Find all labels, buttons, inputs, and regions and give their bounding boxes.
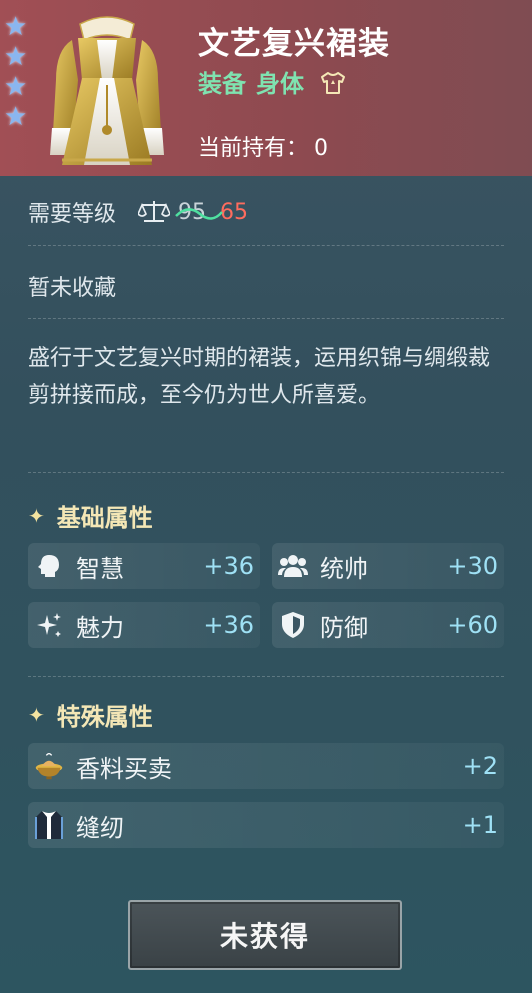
divider (28, 318, 504, 319)
stat-name: 智慧 (76, 554, 124, 583)
stat-defense: 防御 +60 (272, 602, 504, 648)
required-level-label: 需要等级 (28, 202, 117, 227)
item-name: 文艺复兴裙装 (198, 26, 390, 62)
spice-bowl-icon (34, 751, 64, 781)
stat-name: 防御 (320, 613, 368, 642)
item-description: 盛行于文艺复兴时期的裙装，运用织锦与绸缎裁剪拼接而成，至今仍为世人所喜爱。 (28, 346, 491, 408)
owned-number: 0 (314, 136, 329, 161)
star-icon: ★ (4, 102, 28, 132)
stat-value: +2 (462, 752, 498, 780)
base-attributes-title: ✦ 基础属性 (28, 498, 153, 533)
item-slot: 身体 (256, 70, 304, 98)
sparkle-icon (34, 610, 64, 640)
stat-name: 统帅 (320, 554, 368, 583)
stat-name: 缝纫 (76, 813, 124, 842)
rarity-stars: ★ ★ ★ ★ (4, 12, 32, 132)
shirt-icon (321, 72, 346, 94)
stat-name: 魅力 (76, 613, 124, 642)
stat-value: +36 (203, 611, 254, 639)
divider (28, 472, 504, 473)
sewing-vest-icon (34, 810, 64, 840)
stat-name: 香料买卖 (76, 754, 172, 783)
required-level: 需要等级 95 65 (28, 196, 248, 228)
item-type: 装备 身体 (198, 64, 346, 99)
stat-sewing: 缝纫 +1 (28, 802, 504, 848)
stat-value: +1 (462, 811, 498, 839)
special-attributes-title: ✦ 特殊属性 (28, 697, 153, 732)
four-point-star-icon: ✦ (28, 503, 45, 528)
stat-spice-trade: 香料买卖 +2 (28, 743, 504, 789)
balance-scale-icon (138, 201, 171, 222)
owned-count: 当前持有： 0 (198, 130, 328, 162)
stat-value: +60 (447, 611, 498, 639)
stat-wisdom: 智慧 +36 (28, 543, 260, 589)
stat-leadership: 统帅 +30 (272, 543, 504, 589)
head-icon (34, 551, 64, 581)
divider (28, 676, 504, 677)
item-detail-card: ★ ★ ★ ★ 文艺复兴裙装 装备 身体 当前持有： 0 需要等级 95 65 … (0, 0, 532, 993)
strike-line-icon (175, 207, 223, 220)
item-category: 装备 (198, 70, 246, 98)
owned-label: 当前持有： (198, 136, 309, 161)
group-icon (278, 551, 308, 581)
item-header: ★ ★ ★ ★ 文艺复兴裙装 装备 身体 当前持有： 0 (0, 0, 532, 176)
four-point-star-icon: ✦ (28, 702, 45, 727)
divider (28, 245, 504, 246)
stat-value: +36 (203, 552, 254, 580)
dress-portrait-icon (50, 16, 164, 165)
stat-charm: 魅力 +36 (28, 602, 260, 648)
base-attributes-label: 基础属性 (56, 504, 153, 532)
original-level: 95 (175, 200, 223, 225)
collection-status: 暂未收藏 (28, 276, 117, 301)
stat-value: +30 (447, 552, 498, 580)
star-icon: ★ (4, 42, 28, 72)
star-icon: ★ (4, 72, 28, 102)
star-icon: ★ (4, 12, 28, 42)
shield-icon (278, 610, 308, 640)
special-attributes-label: 特殊属性 (56, 703, 153, 731)
reduced-level: 65 (220, 199, 249, 225)
not-obtained-button[interactable]: 未获得 (128, 900, 402, 970)
